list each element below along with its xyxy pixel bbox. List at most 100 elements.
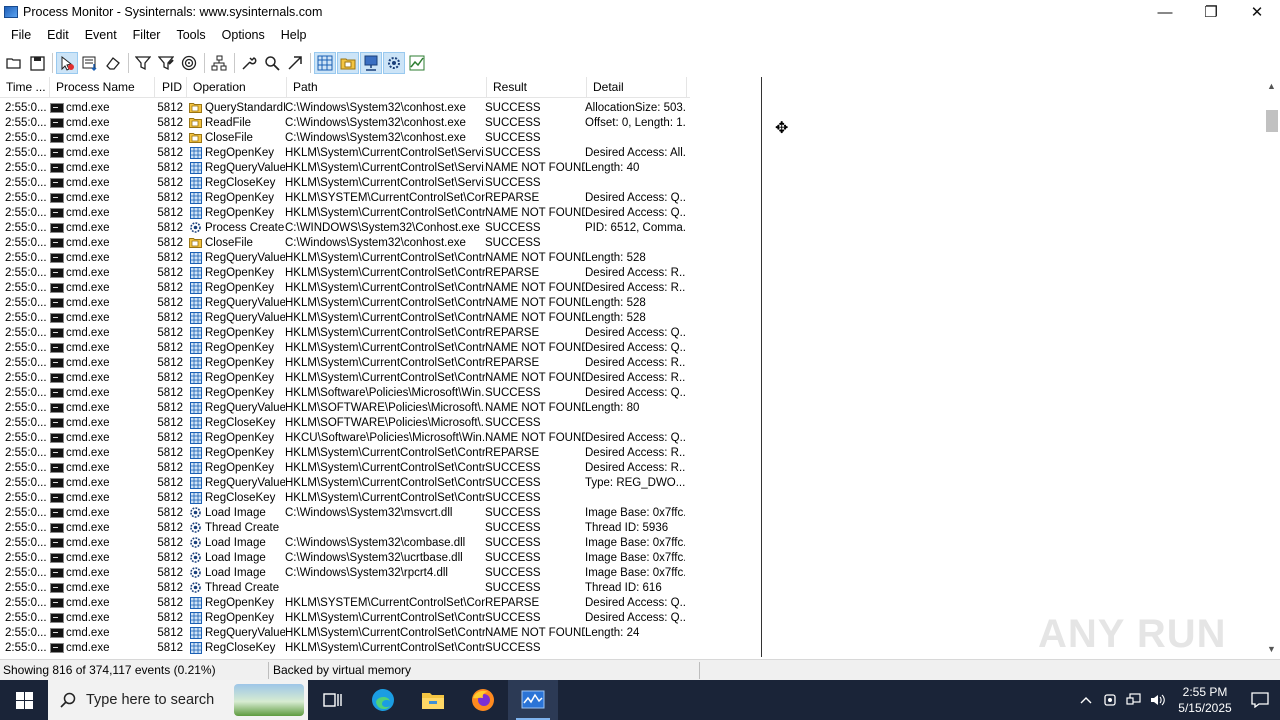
event-process-cell: cmd.exe [50, 372, 155, 384]
event-row[interactable]: 2:55:0... cmd.exe 5812 RegQueryValue HKLM\Sy… [0, 310, 700, 325]
process-monitor-taskbar-icon[interactable] [508, 680, 558, 720]
maximize-button[interactable]: ❐ [1188, 0, 1234, 24]
event-row[interactable]: 2:55:0... cmd.exe 5812 RegOpenKey HKLM\Syste… [0, 355, 700, 370]
include-process-target-icon[interactable] [178, 52, 200, 74]
event-row[interactable]: 2:55:0... cmd.exe 5812 RegOpenKey HKLM\Syste… [0, 610, 700, 625]
event-pid: 5812 [157, 311, 183, 324]
chevron-up-icon[interactable] [1074, 696, 1098, 704]
process-thread-activity-icon[interactable] [383, 52, 405, 74]
registry-icon [189, 281, 202, 294]
profiling-events-icon[interactable] [406, 52, 428, 74]
column-result[interactable]: Result [487, 77, 587, 98]
taskbar-search-input[interactable]: Type here to search [48, 680, 308, 720]
event-row[interactable]: 2:55:0... cmd.exe 5812 RegCloseKey HKLM\Syst… [0, 175, 700, 190]
event-row[interactable]: 2:55:0... cmd.exe 5812 RegQueryValue HKLM\SO… [0, 400, 700, 415]
autoscroll-icon[interactable] [79, 52, 101, 74]
event-row[interactable]: 2:55:0... cmd.exe 5812 RegOpenKey HKLM\Softw… [0, 385, 700, 400]
event-row[interactable]: 2:55:0... cmd.exe 5812 RegOpenKey HKLM\Syste… [0, 280, 700, 295]
task-view-icon[interactable] [308, 680, 358, 720]
folder-icon [189, 237, 202, 249]
volume-icon[interactable] [1146, 693, 1170, 707]
taskbar-clock[interactable]: 2:55 PM 5/15/2025 [1170, 684, 1240, 716]
event-pid: 5812 [157, 356, 183, 369]
open-folder-icon[interactable] [3, 52, 25, 74]
event-row[interactable]: 2:55:0... cmd.exe 5812 RegOpenKey HKLM\Syste… [0, 265, 700, 280]
find-search-icon[interactable] [261, 52, 283, 74]
scroll-up-icon[interactable]: ▲ [1263, 77, 1280, 94]
menu-filter[interactable]: Filter [125, 28, 169, 42]
filter-icon[interactable] [132, 52, 154, 74]
event-row[interactable]: 2:55:0... cmd.exe 5812 RegOpenKey HKLM\Syste… [0, 145, 700, 160]
event-row[interactable]: 2:55:0... cmd.exe 5812 RegOpenKey HKLM\SYSTE… [0, 595, 700, 610]
column-pid[interactable]: PID [155, 77, 187, 98]
event-row[interactable]: 2:55:0... cmd.exe 5812 RegOpenKey HKLM\Syste… [0, 340, 700, 355]
network-icon[interactable] [1122, 693, 1146, 707]
event-row[interactable]: 2:55:0... cmd.exe 5812 RegQueryValue HKLM\Sy… [0, 250, 700, 265]
column-process-name[interactable]: Process Name [50, 77, 155, 98]
menu-file[interactable]: File [3, 28, 39, 42]
event-row[interactable]: 2:55:0... cmd.exe 5812 RegOpenKey HKLM\Syste… [0, 460, 700, 475]
scroll-thumb[interactable] [1266, 110, 1278, 132]
column-operation[interactable]: Operation [187, 77, 287, 98]
event-row[interactable]: 2:55:0... cmd.exe 5812 RegOpenKey HKLM\Syste… [0, 370, 700, 385]
event-result: REPARSE [485, 356, 540, 369]
event-row[interactable]: 2:55:0... cmd.exe 5812 RegOpenKey HKCU\Softw… [0, 430, 700, 445]
event-row[interactable]: 2:55:0... cmd.exe 5812 ReadFile C:\Windows\S… [0, 115, 700, 130]
properties-wrench-icon[interactable] [238, 52, 260, 74]
menu-tools[interactable]: Tools [168, 28, 213, 42]
event-list[interactable]: Time ... Process Name PID Operation Path… [0, 77, 762, 657]
file-system-activity-icon[interactable] [337, 52, 359, 74]
event-row[interactable]: 2:55:0... cmd.exe 5812 RegOpenKey HKLM\Syste… [0, 325, 700, 340]
process-tree-icon[interactable] [208, 52, 230, 74]
meet-now-icon[interactable] [1098, 693, 1122, 707]
menu-options[interactable]: Options [214, 28, 273, 42]
menu-edit[interactable]: Edit [39, 28, 77, 42]
event-row[interactable]: 2:55:0... cmd.exe 5812 Load Image C:\Windows… [0, 505, 700, 520]
jump-to-arrow-icon[interactable] [284, 52, 306, 74]
event-row[interactable]: 2:55:0... cmd.exe 5812 RegOpenKey HKLM\Syste… [0, 205, 700, 220]
column-path[interactable]: Path [287, 77, 487, 98]
highlight-icon[interactable] [155, 52, 177, 74]
event-row[interactable]: 2:55:0... cmd.exe 5812 Thread Create SUCCESS… [0, 580, 700, 595]
event-row[interactable]: 2:55:0... cmd.exe 5812 RegQueryValue HKLM\Sy… [0, 160, 700, 175]
firefox-icon[interactable] [458, 680, 508, 720]
event-row[interactable]: 2:55:0... cmd.exe 5812 RegOpenKey HKLM\SYSTE… [0, 190, 700, 205]
event-row[interactable]: 2:55:0... cmd.exe 5812 Load Image C:\Windows… [0, 565, 700, 580]
event-row[interactable]: 2:55:0... cmd.exe 5812 RegCloseKey HKLM\Syst… [0, 490, 700, 505]
event-process-cell: cmd.exe [50, 477, 155, 489]
event-row[interactable]: 2:55:0... cmd.exe 5812 QueryStandardI...C:\… [0, 100, 700, 115]
menu-help[interactable]: Help [273, 28, 315, 42]
file-explorer-icon[interactable] [408, 680, 458, 720]
event-row[interactable]: 2:55:0... cmd.exe 5812 Load Image C:\Windows… [0, 535, 700, 550]
capture-icon[interactable] [56, 52, 78, 74]
event-row[interactable]: 2:55:0... cmd.exe 5812 RegCloseKey HKLM\SOFT… [0, 415, 700, 430]
event-row[interactable]: 2:55:0... cmd.exe 5812 CloseFile C:\Windows\… [0, 130, 700, 145]
event-row[interactable]: 2:55:0... cmd.exe 5812 RegQueryValue HKLM\Sy… [0, 625, 700, 640]
event-row[interactable]: 2:55:0... cmd.exe 5812 RegCloseKey HKLM\Syst… [0, 640, 700, 655]
event-row[interactable]: 2:55:0... cmd.exe 5812 Process Create C:\WIN… [0, 220, 700, 235]
event-row[interactable]: 2:55:0... cmd.exe 5812 RegQueryValue HKLM\Sy… [0, 295, 700, 310]
event-process-cell: cmd.exe [50, 207, 155, 219]
menu-event[interactable]: Event [77, 28, 125, 42]
event-process-name: cmd.exe [66, 581, 110, 594]
registry-activity-icon[interactable] [314, 52, 336, 74]
column-detail[interactable]: Detail [587, 77, 687, 98]
event-row[interactable]: 2:55:0... cmd.exe 5812 Thread Create SUCCESS… [0, 520, 700, 535]
save-icon[interactable] [26, 52, 48, 74]
scroll-down-icon[interactable]: ▼ [1263, 640, 1280, 657]
windows-start-icon[interactable] [0, 680, 48, 720]
minimize-button[interactable]: — [1142, 0, 1188, 24]
event-row[interactable]: 2:55:0... cmd.exe 5812 RegOpenKey HKLM\Syste… [0, 445, 700, 460]
event-row[interactable]: 2:55:0... cmd.exe 5812 RegQueryValue HKLM\Sy… [0, 475, 700, 490]
close-button[interactable]: ✕ [1234, 0, 1280, 24]
clear-eraser-icon[interactable] [102, 52, 124, 74]
vertical-scrollbar[interactable]: ▲ ▼ [1263, 77, 1280, 657]
notification-icon[interactable] [1240, 692, 1280, 708]
edge-browser-icon[interactable] [358, 680, 408, 720]
event-row[interactable]: 2:55:0... cmd.exe 5812 CloseFile C:\Windows\… [0, 235, 700, 250]
event-operation-cell: CloseFile [185, 237, 285, 249]
network-activity-icon[interactable] [360, 52, 382, 74]
event-row[interactable]: 2:55:0... cmd.exe 5812 Load Image C:\Windows… [0, 550, 700, 565]
event-result: NAME NOT FOUND [485, 281, 585, 294]
column-time[interactable]: Time ... [0, 77, 50, 98]
